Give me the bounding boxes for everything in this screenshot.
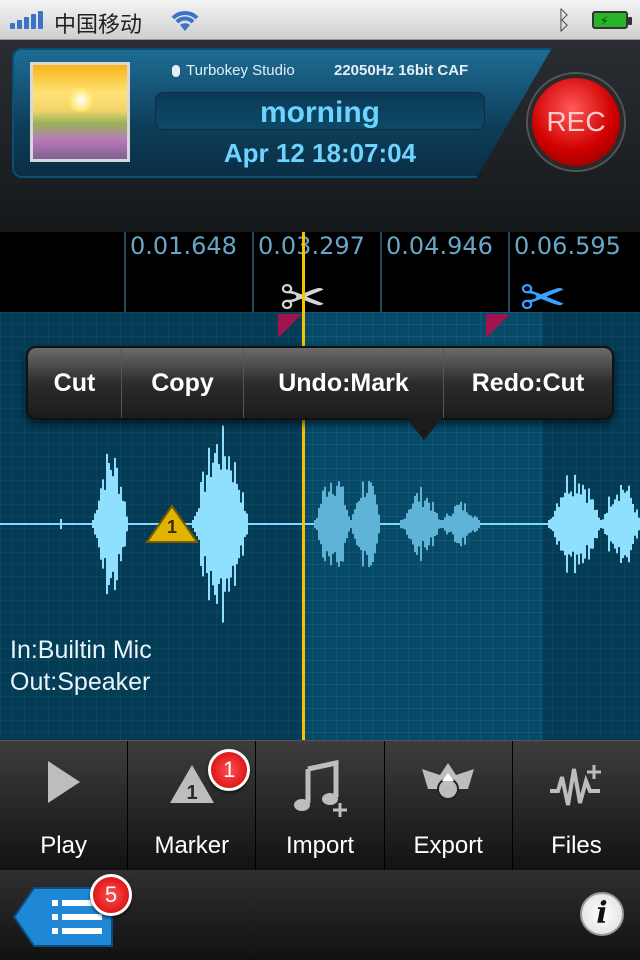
export-button[interactable]: Export (385, 741, 513, 870)
edit-popup-menu: Cut Copy Undo:Mark Redo:Cut (26, 346, 614, 420)
timeline-tick: 0.06.595 (508, 232, 621, 312)
marker-label: Marker (154, 832, 230, 859)
play-icon (0, 759, 127, 819)
microphone-icon (172, 65, 180, 78)
play-label: Play (40, 832, 87, 859)
audio-format: 22050Hz 16bit CAF (334, 62, 469, 79)
recording-date: Apr 12 18:07:04 (223, 138, 417, 168)
status-bar: 中国移动 ᛒ ⚡ (0, 0, 640, 40)
undo-mark-menu-item[interactable]: Undo:Mark (244, 348, 444, 418)
signal-icon (10, 11, 50, 29)
import-music-icon (256, 759, 383, 819)
album-artwork[interactable] (30, 62, 130, 162)
cut-end-scissors-icon[interactable]: ✂ (516, 268, 570, 328)
files-icon (513, 759, 640, 819)
play-button[interactable]: Play (0, 741, 129, 870)
marker-flag-icon[interactable]: 1 (145, 504, 199, 544)
import-button[interactable]: Import (256, 741, 385, 870)
studio-label: Turbokey Studio (172, 62, 295, 79)
input-source: In:Builtin Mic (10, 636, 152, 664)
bottom-toolbar: Play 1 1 Marker Import Export Files (0, 740, 640, 870)
wifi-icon (171, 11, 199, 31)
playhead[interactable] (302, 232, 305, 740)
info-button[interactable]: i (580, 892, 624, 936)
bluetooth-icon: ᛒ (556, 5, 572, 35)
timeline-tick: 0.03.297 (252, 232, 365, 312)
file-count-badge: 5 (90, 874, 132, 916)
redo-cut-menu-item[interactable]: Redo:Cut (444, 348, 612, 418)
timeline-tick: 0.01.648 (124, 232, 237, 312)
marker-count-badge: 1 (208, 749, 251, 791)
record-button[interactable]: REC (528, 74, 624, 170)
cut-menu-item[interactable]: Cut (28, 348, 122, 418)
timeline-tick: 0.04.946 (380, 232, 493, 312)
export-label: Export (413, 832, 483, 859)
record-button-label: REC (546, 106, 606, 137)
marker-number: 1 (166, 517, 177, 537)
carrier-name: 中国移动 (54, 12, 143, 37)
popup-pointer (406, 418, 442, 440)
output-target: Out:Speaker (10, 668, 151, 696)
bottom-bar: 5 (0, 870, 640, 960)
selection-end-flag[interactable] (486, 314, 510, 338)
files-label: Files (551, 832, 602, 859)
battery-charging-icon: ⚡ (592, 11, 632, 29)
marker-button[interactable]: 1 1 Marker (128, 741, 257, 870)
copy-menu-item[interactable]: Copy (122, 348, 244, 418)
svg-text:1: 1 (186, 782, 197, 804)
recording-name-field[interactable]: morning (155, 92, 485, 130)
import-label: Import (286, 832, 355, 859)
files-button[interactable]: Files (513, 741, 640, 870)
recording-name: morning (260, 96, 380, 129)
export-icon (385, 759, 512, 819)
